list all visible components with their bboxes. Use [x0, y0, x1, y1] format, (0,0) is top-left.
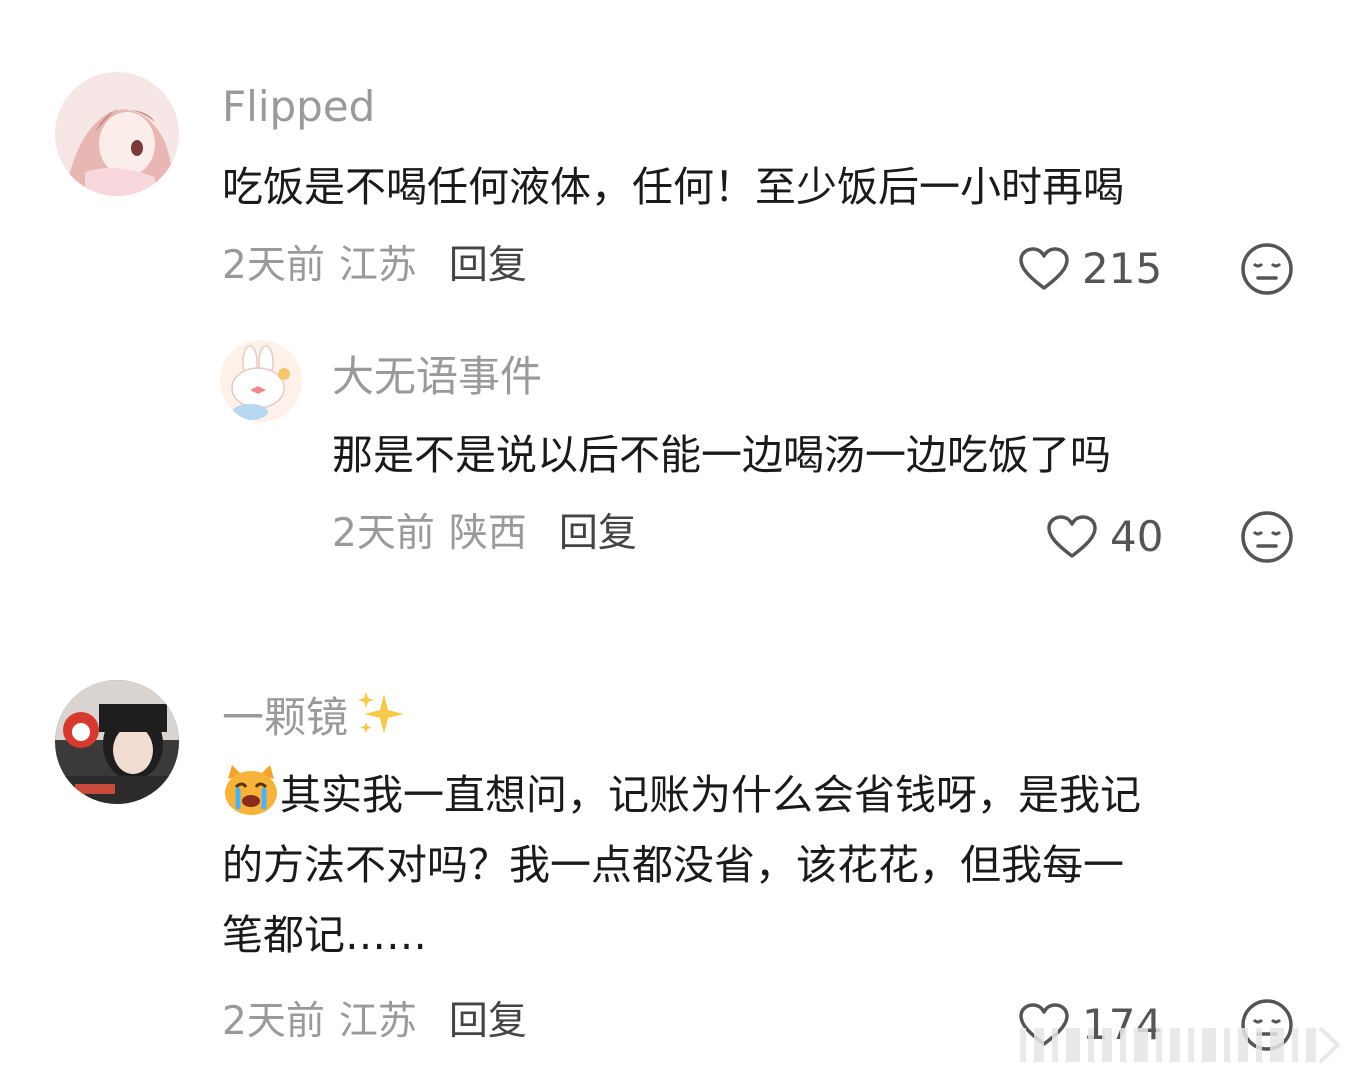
comment-time: 2天前 — [222, 243, 325, 288]
comment-text-line: 其实我一直想问，记账为什么会省钱呀，是我记 — [222, 760, 1141, 830]
comment-text: 吃饭是不喝任何液体，任何！至少饭后一小时再喝 — [222, 163, 1124, 211]
reply-button[interactable]: 回复 — [449, 999, 527, 1044]
comment-text-line-2: 的方法不对吗？我一点都没省，该花花，但我每一 — [222, 841, 1124, 889]
comment-time: 2天前 — [332, 511, 435, 556]
bunny-avatar-icon — [220, 340, 302, 422]
username[interactable]: 大无语事件 — [332, 352, 542, 402]
comment-location: 江苏 — [338, 999, 417, 1044]
girl-photo-avatar-icon — [55, 680, 179, 804]
comment-meta: 2天前 陕西 回复 — [332, 510, 637, 558]
heart-icon — [1019, 247, 1069, 290]
dislike-face-icon[interactable] — [1240, 242, 1294, 296]
username[interactable]: 一颗镜 — [222, 690, 410, 743]
comment-time: 2天前 — [222, 999, 325, 1044]
crying-cat-emoji-icon — [225, 765, 277, 815]
anime-girl-avatar-icon — [55, 72, 179, 196]
comment-meta: 2天前 江苏 回复 — [222, 998, 527, 1046]
comment-text: 其实我一直想问，记账为什么会省钱呀，是我记 的方法不对吗？我一点都没省，该花花，… — [222, 760, 1141, 970]
comment-text-line-3: 笔都记…… — [222, 911, 427, 959]
like-button[interactable]: 40 — [1046, 512, 1163, 562]
avatar[interactable] — [55, 72, 179, 196]
comment-meta: 2天前 江苏 回复 — [222, 242, 527, 290]
heart-icon — [1047, 515, 1097, 558]
comment-location: 江苏 — [338, 243, 417, 288]
reply-button[interactable]: 回复 — [559, 511, 637, 556]
username[interactable]: Flipped — [222, 82, 375, 132]
avatar[interactable] — [220, 340, 302, 422]
like-button[interactable]: 215 — [1018, 244, 1162, 294]
username-text: 一颗镜 — [222, 693, 349, 742]
like-count: 40 — [1110, 512, 1164, 561]
comment-location: 陕西 — [448, 511, 527, 556]
dislike-face-icon[interactable] — [1240, 510, 1294, 564]
watermark-icon — [1020, 1026, 1340, 1064]
sparkles-icon — [358, 692, 405, 734]
comment-text: 那是不是说以后不能一边喝汤一边吃饭了吗 — [332, 431, 1111, 479]
reply-button[interactable]: 回复 — [449, 243, 527, 288]
like-count: 215 — [1082, 244, 1163, 293]
comment-text-line-1: 其实我一直想问，记账为什么会省钱呀，是我记 — [280, 771, 1141, 819]
avatar[interactable] — [55, 680, 179, 804]
